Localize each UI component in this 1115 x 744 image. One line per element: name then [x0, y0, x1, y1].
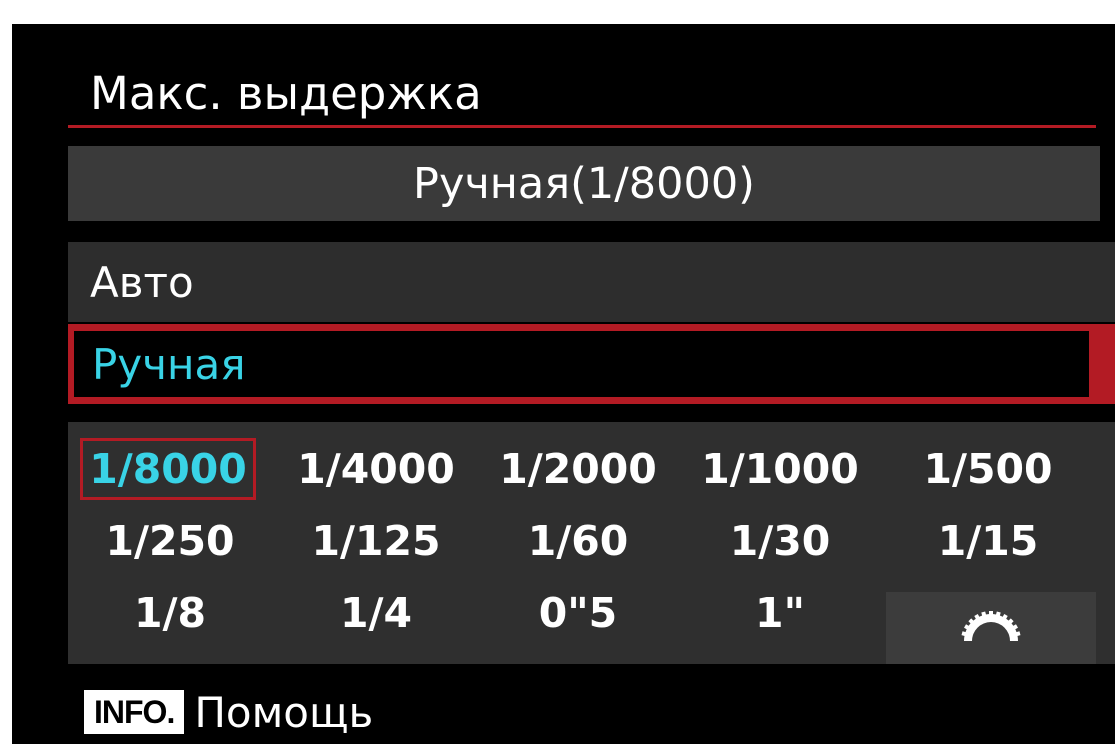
- shutter-value-0-5[interactable]: 0"5: [488, 582, 668, 644]
- footer-help: INFO. Помощь: [84, 684, 373, 740]
- shutter-value-1s[interactable]: 1": [690, 582, 870, 644]
- option-manual-label: Ручная: [92, 339, 246, 389]
- help-label: Помощь: [194, 687, 374, 737]
- main-dial-icon: [961, 611, 1021, 641]
- shutter-value-1-8000[interactable]: 1/8000: [80, 438, 256, 500]
- current-setting-display: Ручная(1/8000): [68, 146, 1100, 221]
- shutter-value-1-4[interactable]: 1/4: [286, 582, 466, 644]
- shutter-value-1-250[interactable]: 1/250: [80, 510, 260, 572]
- shutter-value-1-15[interactable]: 1/15: [898, 510, 1078, 572]
- shutter-value-1-4000[interactable]: 1/4000: [286, 438, 466, 500]
- option-auto-label: Авто: [90, 257, 194, 307]
- page-title: Макс. выдержка: [90, 67, 482, 120]
- shutter-value-1-500[interactable]: 1/500: [898, 438, 1078, 500]
- option-auto[interactable]: Авто: [68, 242, 1115, 322]
- shutter-value-1-2000[interactable]: 1/2000: [488, 438, 668, 500]
- shutter-value-1-1000[interactable]: 1/1000: [690, 438, 870, 500]
- option-manual[interactable]: Ручная: [68, 324, 1115, 404]
- main-dial-button[interactable]: [886, 592, 1096, 664]
- camera-menu-screen: Макс. выдержка Ручная(1/8000) Авто Ручна…: [12, 24, 1115, 744]
- title-divider: [68, 125, 1096, 128]
- info-button[interactable]: INFO.: [84, 690, 185, 734]
- shutter-value-1-30[interactable]: 1/30: [690, 510, 870, 572]
- shutter-value-1-60[interactable]: 1/60: [488, 510, 668, 572]
- shutter-value-1-8[interactable]: 1/8: [80, 582, 260, 644]
- shutter-value-1-125[interactable]: 1/125: [286, 510, 466, 572]
- shutter-speed-grid: 1/8000 1/4000 1/2000 1/1000 1/500 1/250 …: [68, 422, 1115, 664]
